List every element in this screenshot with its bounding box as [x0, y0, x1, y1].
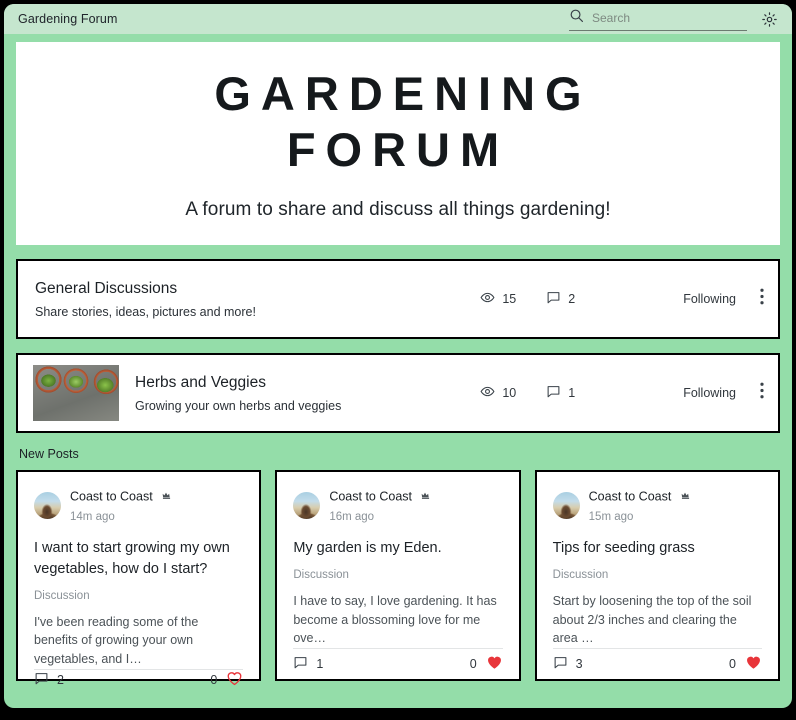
app-viewport: Gardening Forum Search GARDENING FORUM A… — [4, 4, 792, 708]
new-posts-label: New Posts — [19, 447, 79, 461]
post-card[interactable]: Coast to Coast 15m ago Tips for seeding … — [534, 470, 780, 681]
post-likes-count: 0 — [469, 657, 477, 672]
views-count: 15 — [502, 292, 517, 306]
post-title[interactable]: Tips for seeding grass — [553, 538, 762, 559]
comment-icon — [546, 384, 561, 402]
more-vertical-icon — [760, 288, 764, 309]
comments-count: 1 — [568, 386, 576, 400]
post-footer: 1 0 — [293, 649, 502, 679]
post-like-button[interactable]: 0 — [210, 670, 243, 690]
post-timestamp: 16m ago — [329, 511, 375, 523]
post-comments-button[interactable]: 3 — [553, 655, 583, 673]
post-comments-count: 1 — [316, 657, 324, 672]
post-author-name[interactable]: Coast to Coast — [329, 490, 412, 504]
post-comments-button[interactable]: 1 — [293, 655, 323, 673]
post-category: Discussion — [293, 568, 349, 581]
post-likes-count: 0 — [729, 657, 736, 672]
follow-button[interactable]: Following — [683, 386, 736, 400]
comment-icon — [553, 655, 568, 673]
eye-icon — [480, 384, 495, 402]
comments-stat: 1 — [546, 384, 575, 402]
post-excerpt: I've been reading some of the benefits o… — [34, 614, 199, 667]
views-stat: 15 — [480, 290, 516, 308]
post-like-button[interactable]: 0 — [470, 654, 503, 674]
more-options-button[interactable] — [760, 288, 764, 310]
avatar[interactable] — [34, 491, 61, 519]
search-icon — [569, 8, 584, 28]
post-author-name[interactable]: Coast to Coast — [589, 490, 672, 504]
post-footer: 3 0 — [553, 649, 762, 679]
top-bar: Gardening Forum — [4, 4, 792, 34]
heart-icon — [745, 654, 762, 674]
comment-icon — [34, 671, 49, 689]
gear-icon — [761, 11, 778, 28]
category-stats: 10 1 — [480, 384, 575, 402]
avatar[interactable] — [293, 491, 321, 519]
category-text-block: General Discussions Share stories, ideas… — [35, 280, 256, 319]
post-title[interactable]: My garden is my Eden. — [293, 538, 502, 559]
category-name: Herbs and Veggies — [135, 373, 266, 391]
category-text-block: Herbs and Veggies Growing your own herbs… — [135, 374, 341, 413]
category-description: Share stories, ideas, pictures and more! — [35, 304, 256, 319]
page-content: GARDENING FORUM A forum to share and dis… — [4, 34, 792, 687]
post-title[interactable]: I want to start growing my own vegetable… — [34, 538, 243, 579]
comment-icon — [293, 655, 308, 673]
more-options-button[interactable] — [760, 382, 764, 404]
site-title: Gardening Forum — [18, 12, 118, 26]
views-count: 10 — [502, 386, 517, 400]
search-input[interactable] — [592, 10, 747, 25]
post-header: Coast to Coast 16m ago — [293, 486, 502, 524]
hero-banner: GARDENING FORUM A forum to share and dis… — [16, 42, 780, 245]
category-description: Growing your own herbs and veggies — [135, 398, 342, 413]
more-vertical-icon — [760, 382, 764, 403]
post-author-block: Coast to Coast 14m ago — [70, 486, 173, 524]
comment-icon — [546, 290, 561, 308]
views-stat: 10 — [480, 384, 516, 402]
new-posts-list: Coast to Coast 14m ago I want to start g… — [16, 470, 780, 687]
heart-icon — [226, 670, 243, 690]
category-stats: 15 2 — [480, 290, 575, 308]
comments-stat: 2 — [546, 290, 575, 308]
post-likes-count: 0 — [210, 672, 218, 687]
post-excerpt: Start by loosening the top of the soil a… — [552, 593, 752, 646]
category-row-general-discussions[interactable]: General Discussions Share stories, ideas… — [16, 259, 780, 339]
crown-icon — [421, 486, 432, 506]
avatar[interactable] — [552, 491, 580, 519]
post-header: Coast to Coast 14m ago — [34, 486, 243, 524]
category-row-herbs-and-veggies[interactable]: Herbs and Veggies Growing your own herbs… — [16, 353, 780, 433]
crown-icon — [681, 486, 692, 506]
post-header: Coast to Coast 15m ago — [552, 486, 762, 524]
post-author-name[interactable]: Coast to Coast — [70, 490, 153, 504]
category-name: General Discussions — [35, 279, 178, 297]
hero-subtitle: A forum to share and discuss all things … — [185, 198, 611, 220]
post-category: Discussion — [552, 568, 609, 581]
post-author-block: Coast to Coast 16m ago — [329, 486, 432, 524]
heart-icon — [486, 654, 503, 674]
post-footer: 2 0 — [34, 670, 243, 690]
post-comments-count: 3 — [575, 657, 583, 672]
post-comments-count: 2 — [57, 672, 64, 687]
post-timestamp: 15m ago — [588, 511, 634, 523]
browser-window-frame: Gardening Forum Search GARDENING FORUM A… — [0, 0, 796, 720]
search-bar[interactable] — [569, 8, 747, 31]
post-category: Discussion — [34, 589, 90, 602]
post-excerpt: I have to say, I love gardening. It has … — [293, 593, 497, 646]
post-comments-button[interactable]: 2 — [34, 671, 64, 689]
crown-icon — [162, 486, 173, 506]
post-author-block: Coast to Coast 15m ago — [589, 486, 692, 524]
settings-button[interactable] — [761, 11, 778, 28]
post-timestamp: 14m ago — [70, 511, 115, 523]
top-bar-actions — [569, 8, 778, 31]
post-like-button[interactable]: 0 — [729, 654, 762, 674]
hero-title: GARDENING FORUM — [214, 67, 592, 176]
comments-count: 2 — [568, 292, 576, 306]
post-card[interactable]: Coast to Coast 16m ago My garden is my E… — [275, 470, 521, 681]
post-card[interactable]: Coast to Coast 14m ago I want to start g… — [16, 470, 262, 687]
eye-icon — [480, 290, 495, 308]
follow-button[interactable]: Following — [683, 292, 736, 306]
category-thumbnail-image — [33, 365, 119, 421]
